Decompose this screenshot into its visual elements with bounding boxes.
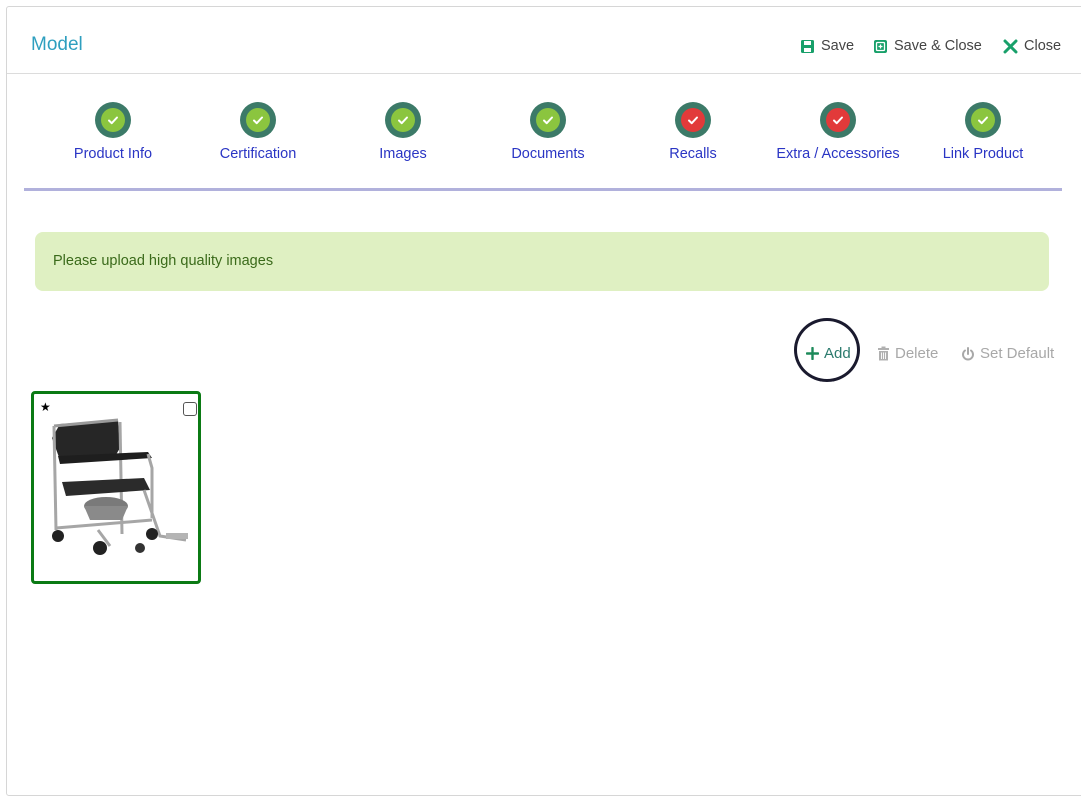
check-icon	[101, 108, 125, 132]
power-icon	[962, 346, 974, 360]
save-close-button[interactable]: Save & Close	[873, 38, 982, 54]
close-label: Close	[1024, 38, 1062, 54]
check-icon	[826, 108, 850, 132]
save-button[interactable]: Save	[800, 38, 854, 54]
step-label: Link Product	[942, 146, 1024, 162]
step-images[interactable]: Images	[328, 102, 478, 162]
step-label: Certification	[219, 146, 297, 162]
check-icon	[971, 108, 995, 132]
step-label: Extra / Accessories	[776, 146, 900, 162]
step-certification[interactable]: Certification	[183, 102, 333, 162]
delete-label: Delete	[895, 345, 939, 362]
trash-icon	[878, 346, 889, 361]
step-label: Documents	[511, 146, 585, 162]
step-product-info[interactable]: Product Info	[38, 102, 188, 162]
close-button[interactable]: Close	[1003, 38, 1061, 54]
save-label: Save	[821, 38, 855, 54]
step-link-product[interactable]: Link Product	[908, 102, 1058, 162]
save-close-icon	[874, 39, 887, 53]
info-alert: Please upload high quality images	[35, 232, 1049, 291]
set-default-label: Set Default	[980, 345, 1055, 362]
set-default-button[interactable]: Set Default	[961, 345, 1054, 362]
check-icon	[681, 108, 705, 132]
check-icon	[536, 108, 560, 132]
dialog-header: Model Save Save & Close Close	[7, 7, 1081, 74]
step-documents[interactable]: Documents	[473, 102, 623, 162]
check-icon	[246, 108, 270, 132]
steps-divider	[24, 188, 1062, 191]
save-icon	[801, 39, 814, 53]
wheelchair-image	[52, 418, 188, 555]
step-label: Recalls	[669, 146, 717, 162]
header-actions: Save Save & Close Close	[7, 38, 1081, 58]
save-close-label: Save & Close	[894, 38, 982, 54]
highlight-circle	[794, 318, 860, 382]
step-recalls[interactable]: Recalls	[618, 102, 768, 162]
alert-message: Please upload high quality images	[53, 253, 274, 269]
image-card[interactable]: ★	[31, 391, 201, 584]
close-icon	[1003, 39, 1018, 53]
step-label: Images	[379, 146, 427, 162]
step-label: Product Info	[73, 146, 153, 162]
step-extra-accessories[interactable]: Extra / Accessories	[763, 102, 913, 162]
check-icon	[391, 108, 415, 132]
delete-image-button[interactable]: Delete	[877, 345, 938, 362]
wizard-steps: Product Info Certification Images Docume…	[24, 102, 1062, 192]
